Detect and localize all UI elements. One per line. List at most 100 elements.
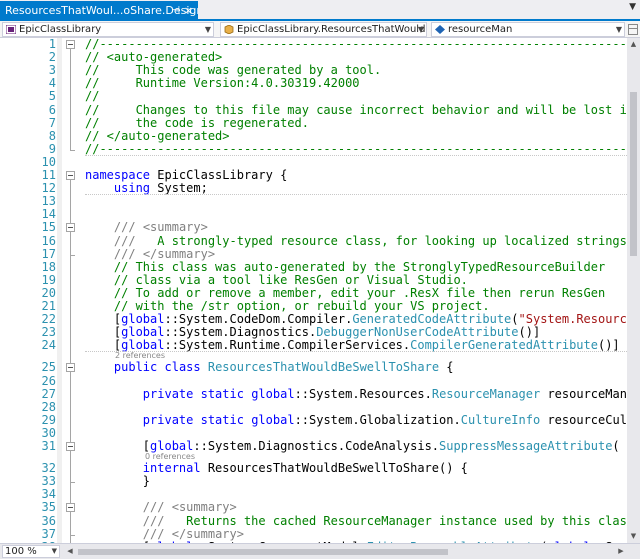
collapse-class-icon[interactable] (66, 363, 75, 373)
line-number: 16 (41, 233, 56, 248)
code-line[interactable]: /// <summary> (85, 221, 208, 234)
code-line[interactable]: [global::System.Diagnostics.DebuggerNonU… (85, 326, 540, 339)
editor-gutter: 1 2 3 4 5 6 7 8 9 10 11 12 13 14 15 16 17 18 19 20 21 22 23 24 2… (0, 38, 75, 543)
code-line[interactable]: // </auto-generated> (85, 129, 230, 143)
code-line[interactable]: // class via a tool like ResGen or Visua… (85, 273, 468, 287)
code-line[interactable]: /// Returns the cached ResourceManager i… (85, 513, 627, 528)
collapse-region-icon[interactable] (66, 40, 75, 49)
code-line[interactable]: [global::System.Diagnostics.CodeAnalysis… (85, 440, 620, 453)
code-line[interactable]: // with the /str option, or rebuild your… (85, 300, 490, 313)
code-token: "System.Resources.Tools (518, 312, 627, 327)
line-number: 13 (41, 194, 56, 209)
tab-overflow-dropdown-icon[interactable]: ▼ (629, 2, 636, 12)
code-token: [ (85, 439, 151, 453)
code-text-area[interactable]: //--------------------------------------… (85, 38, 627, 543)
code-line[interactable]: //--------------------------------------… (85, 38, 627, 51)
code-line[interactable]: // the code is regenerated. (85, 116, 309, 130)
line-number: 8 (48, 128, 56, 143)
line-number: 31 (41, 439, 56, 453)
scroll-down-icon[interactable]: ▼ (627, 530, 640, 543)
line-number: 6 (48, 102, 56, 117)
code-line[interactable]: /// </summary> (85, 526, 244, 541)
code-line[interactable]: [global::System.CodeDom.Compiler.Generat… (85, 313, 627, 326)
code-line[interactable]: private static global::System.Globalizat… (85, 412, 627, 427)
line-number: 17 (41, 246, 56, 261)
code-token: ()] (518, 325, 541, 340)
line-number: 32 (41, 461, 56, 476)
code-line[interactable]: // <auto-generated> (85, 51, 222, 64)
horizontal-scroll-thumb[interactable] (78, 549, 448, 555)
scroll-left-icon[interactable]: ◀ (64, 545, 76, 558)
pin-icon[interactable]: ⊣ (171, 1, 180, 21)
tab-designer-file[interactable]: ResourcesThatWoul...oShare.Designer.cs ⊣… (0, 1, 198, 21)
code-token: SuppressMessageAttribute (439, 439, 613, 453)
code-token: CultureInfo (460, 412, 541, 427)
code-line[interactable]: namespace EpicClassLibrary { (85, 169, 287, 182)
close-icon[interactable]: × (184, 1, 193, 21)
codelens-reference-count[interactable]: 2 references (115, 351, 165, 360)
vertical-scrollbar[interactable]: ▲ ▼ (627, 38, 640, 543)
split-window-icon[interactable] (628, 24, 638, 35)
collapse-comment-icon[interactable] (66, 223, 75, 233)
member-dropdown[interactable]: resourceMan ▼ (431, 22, 625, 37)
project-dropdown[interactable]: EpicClassLibrary ▼ (2, 22, 214, 37)
scroll-right-icon[interactable]: ▶ (615, 545, 627, 558)
type-dropdown[interactable]: EpicClassLibrary.ResourcesThatWouldBeSwe… (220, 22, 427, 37)
code-token: //--------------------------------------… (85, 141, 627, 156)
code-token: // Changes to this file may cause incorr… (85, 102, 627, 117)
indicator-margin[interactable] (0, 38, 16, 543)
code-line[interactable]: internal ResourcesThatWouldBeSwellToShar… (85, 462, 468, 475)
code-token: ResourceManager (431, 386, 541, 401)
scrollbar-corner (627, 544, 640, 559)
line-number: 18 (41, 259, 56, 274)
code-line[interactable]: // This class was auto-generated by the … (85, 260, 605, 274)
code-token: global (251, 412, 295, 427)
line-number: 25 (41, 360, 56, 375)
outline-end-tick (70, 482, 75, 484)
code-token: Returns the cached ResourceManager insta… (164, 513, 627, 528)
code-line[interactable]: // Changes to this file may cause incorr… (85, 102, 627, 117)
collapse-namespace-icon[interactable] (66, 171, 75, 180)
collapse-comment-icon[interactable] (66, 503, 75, 513)
code-editor[interactable]: 1 2 3 4 5 6 7 8 9 10 11 12 13 14 15 16 17 18 19 20 21 22 23 24 2… (0, 38, 627, 543)
code-token: internal (142, 461, 201, 476)
code-line[interactable]: // This code was generated by a tool. (85, 64, 381, 77)
codelens-reference-count[interactable]: 0 references (145, 452, 195, 461)
code-line[interactable]: /// </summary> (85, 246, 216, 261)
line-number: 5 (48, 89, 56, 104)
code-line[interactable]: // (85, 90, 99, 103)
code-line[interactable]: // To add or remove a member, edit your … (85, 286, 605, 300)
code-token: /// (142, 526, 165, 541)
code-line[interactable]: /// A strongly-typed resource class, for… (85, 234, 627, 248)
code-line[interactable]: } (85, 475, 150, 488)
vertical-scroll-thumb[interactable] (630, 92, 637, 256)
code-token: </summary> (171, 526, 244, 541)
line-number: 1 (48, 38, 56, 51)
code-line[interactable]: /// <summary> (85, 501, 237, 514)
code-token: </summary> (142, 246, 216, 261)
code-token: // Runtime Version:4.0.30319.42000 (85, 76, 360, 91)
code-token: EpicClassLibrary { (150, 168, 288, 182)
class-icon (224, 25, 234, 34)
outline-guide-line (70, 451, 71, 483)
member-dropdown-label: resourceMan (448, 24, 513, 35)
scroll-up-icon[interactable]: ▲ (627, 38, 640, 51)
line-number: 37 (41, 526, 56, 541)
code-token: // <auto-generated> (85, 50, 223, 65)
code-line[interactable]: // Runtime Version:4.0.30319.42000 (85, 77, 360, 90)
code-line[interactable]: private static global::System.Resources.… (85, 386, 627, 401)
horizontal-scrollbar[interactable]: ◀ ▶ (64, 545, 627, 558)
chevron-down-icon: ▼ (417, 25, 424, 34)
line-number: 2 (48, 50, 56, 65)
line-number: 9 (48, 141, 56, 156)
line-number: 26 (41, 373, 56, 388)
zoom-dropdown[interactable]: 100 % ▼ (2, 545, 60, 558)
collapse-method-icon[interactable] (66, 442, 75, 451)
code-line[interactable]: public class ResourcesThatWouldBeSwellTo… (85, 361, 454, 374)
line-number: 4 (48, 76, 56, 91)
